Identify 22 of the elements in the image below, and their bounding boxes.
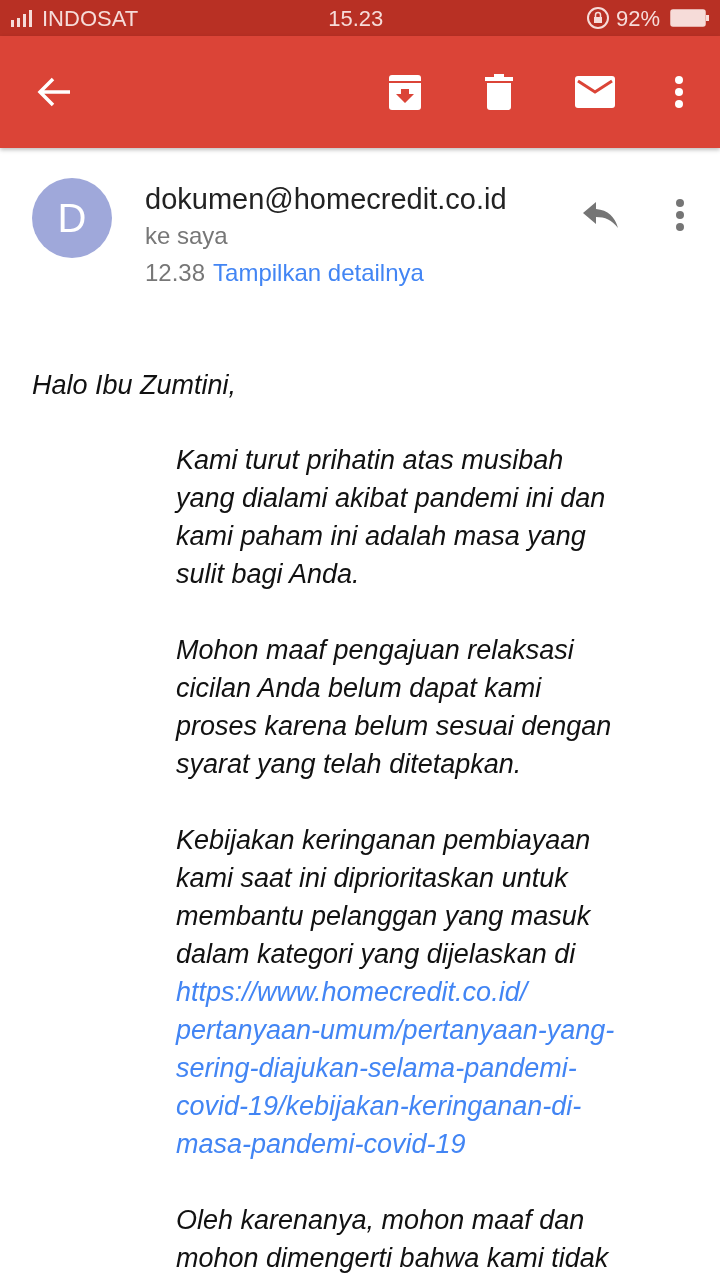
sent-time: 12.38 (145, 258, 206, 288)
battery-icon (670, 8, 710, 28)
sender-address: dokumen@homecredit.co.id (145, 182, 508, 217)
message-paragraph: Kebijakan keringanan pembiayaan kami saat ini diprioritaskan untuk membantu pelanggan yang masuk dalam kategori yang dijelaskan di https://www.homecredit.co.id/ pertanyaan-umum/pertanyaan-yang- sering-diajukan-selama-pandemi- covid-19/kebijakan-keringanan-di- masa-pandemi-covid-19 (176, 821, 710, 1163)
archive-icon[interactable] (386, 73, 424, 111)
more-options-icon[interactable] (674, 75, 684, 109)
faq-link[interactable]: https://www.homecredit.co.id/ pertanyaan-umum/pertanyaan-yang- sering-diajukan-selama-pandemi- covid-19/kebijakan-keringanan-di- masa-pandemi-covid-19 (176, 973, 710, 1163)
rotation-lock-icon (585, 6, 610, 30)
mail-icon[interactable] (574, 75, 616, 109)
message-paragraph: Mohon maaf pengajuan relaksasi cicilan Anda belum dapat kami proses karena belum sesuai dengan syarat yang telah ditetapkan. (176, 634, 613, 781)
trash-icon[interactable] (484, 73, 514, 111)
battery-percent: 92% (615, 4, 660, 33)
more-options-icon[interactable] (675, 198, 685, 232)
show-details-link[interactable]: Tampilkan detailnya (213, 254, 424, 292)
recipient-label: ke saya (145, 221, 229, 251)
sender-avatar: D (32, 178, 112, 258)
message-paragraph: Oleh karenanya, mohon maaf dan mohon dimengerti bahwa kami tidak (176, 1204, 610, 1275)
greeting: Halo Ibu Zumtini, (31, 369, 238, 402)
clock: 15.23 (328, 4, 384, 33)
carrier-name: INDOSAT (42, 4, 139, 33)
message-paragraph: Kami turut prihatin atas musibah yang dialami akibat pandemi ini dan kami paham ini adalah masa yang sulit bagi Anda. (176, 444, 607, 591)
back-arrow-icon[interactable] (36, 76, 72, 108)
